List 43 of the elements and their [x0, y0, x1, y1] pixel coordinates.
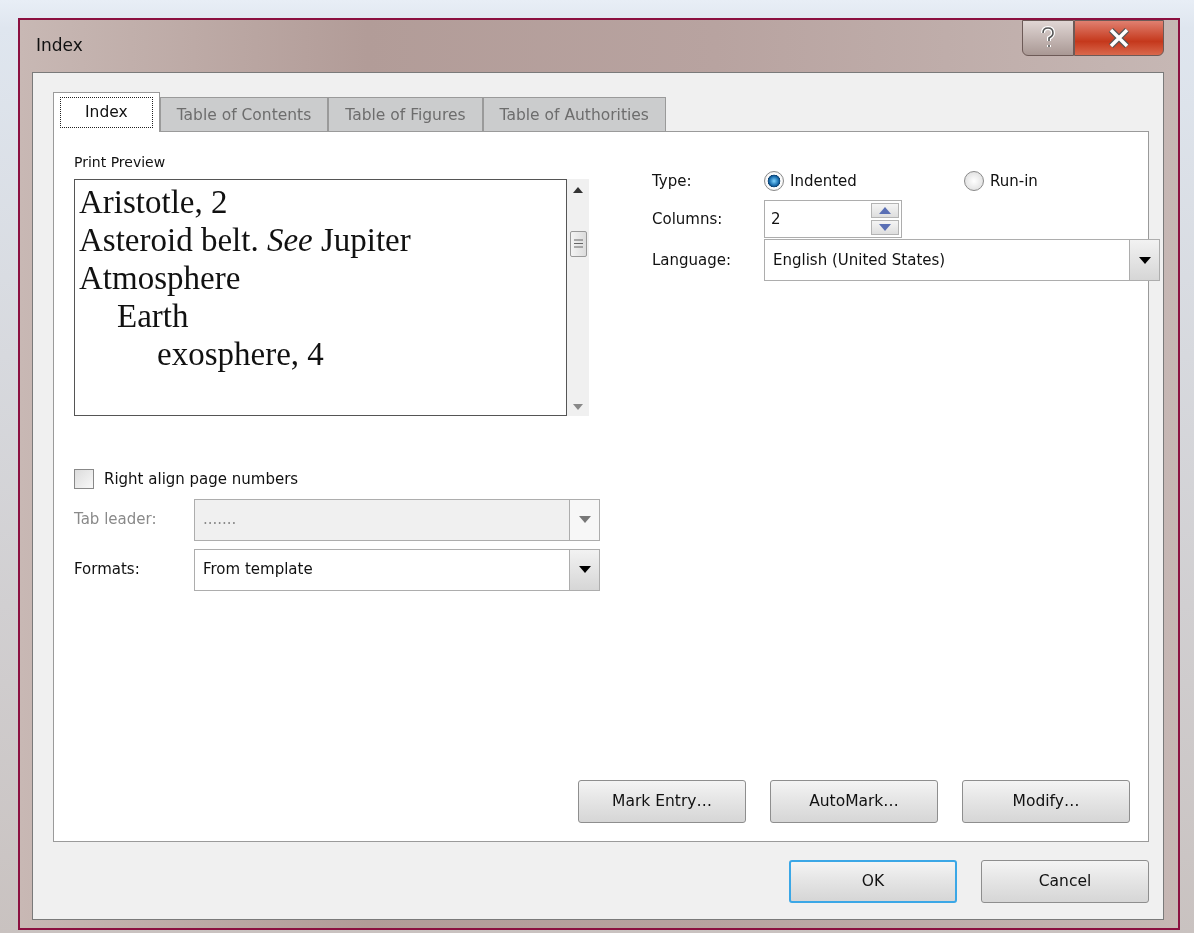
up-arrow-icon — [879, 207, 891, 214]
caret-icon — [578, 566, 591, 573]
close-icon — [1108, 28, 1130, 48]
field-label: Formats: — [74, 559, 141, 581]
field-label: Language: — [652, 249, 733, 271]
checkbox-label: Right align page numbers — [104, 469, 299, 490]
spin-up-button[interactable] — [871, 203, 899, 218]
action-button[interactable]: AutoMark… — [770, 780, 938, 823]
field-label: Tab leader: — [74, 509, 158, 531]
tab[interactable]: Index — [53, 92, 160, 132]
radio-button[interactable] — [964, 171, 984, 191]
dropdown[interactable]: From template — [194, 548, 600, 591]
spin-field[interactable]: 2 — [764, 200, 902, 238]
help-button[interactable] — [1022, 20, 1074, 56]
preview-entry: exosphere, 4 — [156, 335, 325, 373]
down-arrow-icon — [879, 224, 891, 231]
radio-label: Indented — [790, 170, 857, 192]
spin-down-button[interactable] — [871, 220, 899, 235]
checkbox[interactable] — [74, 469, 94, 490]
radio-label: Run-in — [990, 170, 1038, 192]
field-label: Type: — [652, 170, 693, 192]
preview-entry: Asteroid belt. See Jupiter — [79, 221, 412, 259]
scrollbar[interactable] — [567, 179, 589, 416]
preview-entry: Earth — [116, 297, 190, 335]
preview-entry: Aristotle, 2 — [79, 183, 229, 221]
scroll-down-icon[interactable] — [573, 404, 583, 410]
scroll-up-icon[interactable] — [573, 187, 583, 193]
caret-icon — [578, 516, 591, 523]
dialog-button[interactable]: OK — [789, 860, 957, 903]
action-button[interactable]: Modify… — [962, 780, 1130, 823]
window-title: Index — [35, 34, 83, 58]
help-icon — [1040, 26, 1056, 50]
dialog-button[interactable]: Cancel — [981, 860, 1149, 903]
field-label: Columns: — [652, 208, 724, 230]
preview-entry: Atmosphere — [79, 259, 242, 297]
action-button[interactable]: Mark Entry… — [578, 780, 746, 823]
scroll-thumb[interactable] — [569, 230, 587, 257]
preview-label: Print Preview — [74, 153, 167, 172]
dropdown[interactable]: English (United States) — [764, 239, 1160, 281]
caret-icon — [1138, 256, 1151, 264]
radio-button[interactable] — [764, 171, 784, 191]
close-button[interactable] — [1074, 20, 1164, 56]
grip-icon — [573, 239, 583, 248]
